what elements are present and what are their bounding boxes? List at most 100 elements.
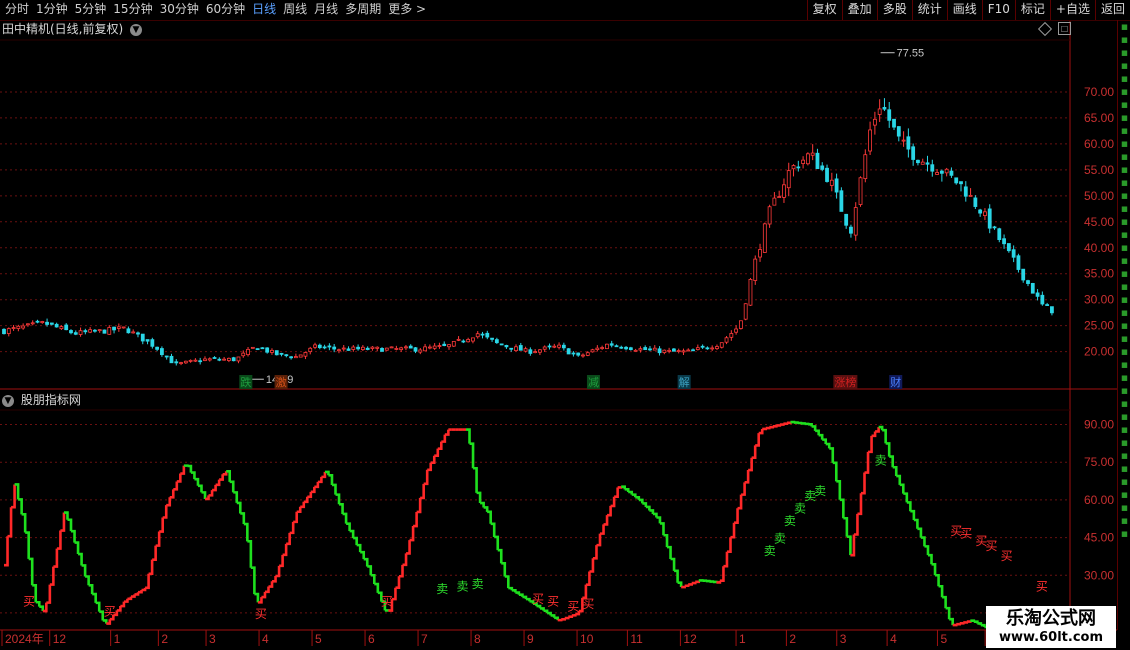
indicator-step: [674, 569, 679, 583]
sell-signal: 卖: [774, 532, 786, 546]
indicator-step: [300, 501, 306, 509]
buy-signal: 买: [255, 607, 267, 621]
indicator-step: [607, 505, 612, 517]
indicator-title[interactable]: ▼ 股朋指标网: [2, 391, 81, 409]
candle-body: [145, 339, 150, 342]
indicator-step: [180, 465, 186, 475]
candle-body: [1040, 294, 1045, 305]
period-tab[interactable]: 日线: [249, 0, 280, 20]
indicator-step: [920, 536, 926, 547]
candle-body: [461, 340, 466, 343]
event-marker-label: 财: [890, 375, 901, 389]
y-tick-label: 55.00: [1084, 163, 1114, 177]
period-tab[interactable]: 1分钟: [33, 0, 72, 20]
tool-button[interactable]: 多股: [876, 0, 912, 20]
candle-body: [557, 344, 561, 348]
candle-body: [284, 354, 289, 357]
period-tab[interactable]: 5分钟: [72, 0, 111, 20]
candle-body: [758, 249, 762, 258]
candle-body: [54, 323, 59, 328]
period-tab[interactable]: 30分钟: [157, 0, 203, 20]
top-toolbar: 分时 1分钟 5分钟 15分钟 30分钟 60分钟 日线 周线 月线 多周期 更多 > 复权 叠加 多股…: [0, 0, 1130, 21]
window-icon[interactable]: □: [1058, 22, 1071, 35]
candle-body: [375, 346, 380, 349]
indicator-step: [818, 433, 824, 440]
period-tab[interactable]: 多周期: [342, 0, 385, 20]
period-tab[interactable]: 15分钟: [110, 0, 156, 20]
candle-body: [116, 326, 121, 329]
indicator-step: [53, 548, 59, 568]
tool-button[interactable]: 标记: [1014, 0, 1050, 20]
candle-body: [896, 126, 901, 137]
x-tick-label: 1: [739, 632, 746, 646]
candle-body: [408, 345, 413, 349]
tool-button[interactable]: +自选: [1049, 0, 1095, 20]
candle-body: [844, 213, 849, 226]
indicator-step: [959, 622, 965, 625]
indicator-step: [935, 573, 940, 587]
candle-body: [930, 164, 935, 172]
indicator-step: [233, 491, 239, 503]
diamond-icon[interactable]: [1037, 21, 1053, 37]
candle-body: [360, 346, 365, 351]
indicator-step: [187, 464, 193, 473]
indicator-step: [145, 573, 150, 590]
candle-body: [782, 184, 786, 198]
candle-body: [164, 355, 169, 358]
candle-body: [222, 358, 227, 361]
candle-body: [1050, 306, 1054, 314]
chart-area[interactable]: 70.00 65.00 60.00 55.00 50.00 45.00 40.00 35.00…: [0, 0, 1130, 650]
y-tick-label: 65.00: [1084, 111, 1114, 125]
indicator-step: [60, 512, 66, 532]
strip-glyph: ▪: [1120, 462, 1129, 475]
main-chart-title[interactable]: 田中精机(日线,前复权) ▼: [2, 20, 143, 38]
x-tick-label: 6: [368, 632, 375, 646]
right-side-strip[interactable]: ▪ ▪ ▪ ▪ ▪ ▪ ▪ ▪ ▪ ▪ ▪ ▪ ▪ ▪ ▪ ▪ ▪ ▪ ▪ ▪ ▪ ▪ ▪ ▪ ▪ ▪ ▪ ▪ ▪ ▪ ▪ ▪ ▪ ▪ ▪ ▪ ▪ ▪ ▪ ▪: [1117, 20, 1130, 630]
chevron-down-icon[interactable]: ▼: [2, 394, 14, 407]
period-tab[interactable]: 60分钟: [203, 0, 249, 20]
period-tab[interactable]: 周线: [280, 0, 311, 20]
strip-glyph: ▪: [1120, 241, 1129, 254]
x-tick-label: 4: [890, 632, 897, 646]
indicator-step: [166, 497, 172, 507]
candle-body: [585, 352, 590, 356]
indicator-step: [649, 509, 655, 514]
candle-body: [777, 196, 782, 199]
y-tick-label: 25.00: [1084, 319, 1114, 333]
indicator-step: [656, 516, 662, 524]
indicator-step: [568, 615, 574, 618]
indicator-step: [642, 502, 648, 507]
period-tab[interactable]: 分时: [2, 0, 33, 20]
panel-controls: □: [1036, 21, 1071, 38]
indicator-step: [434, 448, 440, 458]
indicator-step: [741, 482, 746, 496]
candle-body: [576, 352, 581, 356]
indicator-step: [592, 545, 598, 560]
tool-button[interactable]: 叠加: [841, 0, 877, 20]
tool-button[interactable]: 统计: [911, 0, 947, 20]
candle-body: [1002, 238, 1006, 245]
candle-body: [203, 358, 207, 361]
candle-body: [944, 168, 949, 174]
candle-body: [667, 349, 672, 352]
tool-button[interactable]: 返回: [1094, 0, 1130, 20]
candle-body: [59, 326, 64, 330]
indicator-step: [906, 501, 912, 512]
period-tab[interactable]: 月线: [311, 0, 342, 20]
tool-button[interactable]: 复权: [806, 0, 842, 20]
candle-body: [140, 333, 145, 342]
indicator-step: [980, 623, 986, 627]
period-tab[interactable]: 更多 >: [385, 0, 430, 20]
strip-glyph: ▪: [1120, 280, 1129, 293]
x-tick-label: 12: [683, 632, 697, 646]
candle-body: [207, 358, 212, 361]
candle-body: [748, 278, 753, 306]
candle-body: [916, 159, 920, 164]
candle-body: [528, 349, 533, 354]
indicator-step: [81, 564, 87, 577]
chevron-down-icon[interactable]: ▼: [130, 23, 143, 36]
indicator-step: [402, 553, 408, 567]
strip-glyph: ▪: [1120, 410, 1129, 423]
tool-button[interactable]: F10: [981, 0, 1015, 20]
tool-button[interactable]: 画线: [946, 0, 982, 20]
